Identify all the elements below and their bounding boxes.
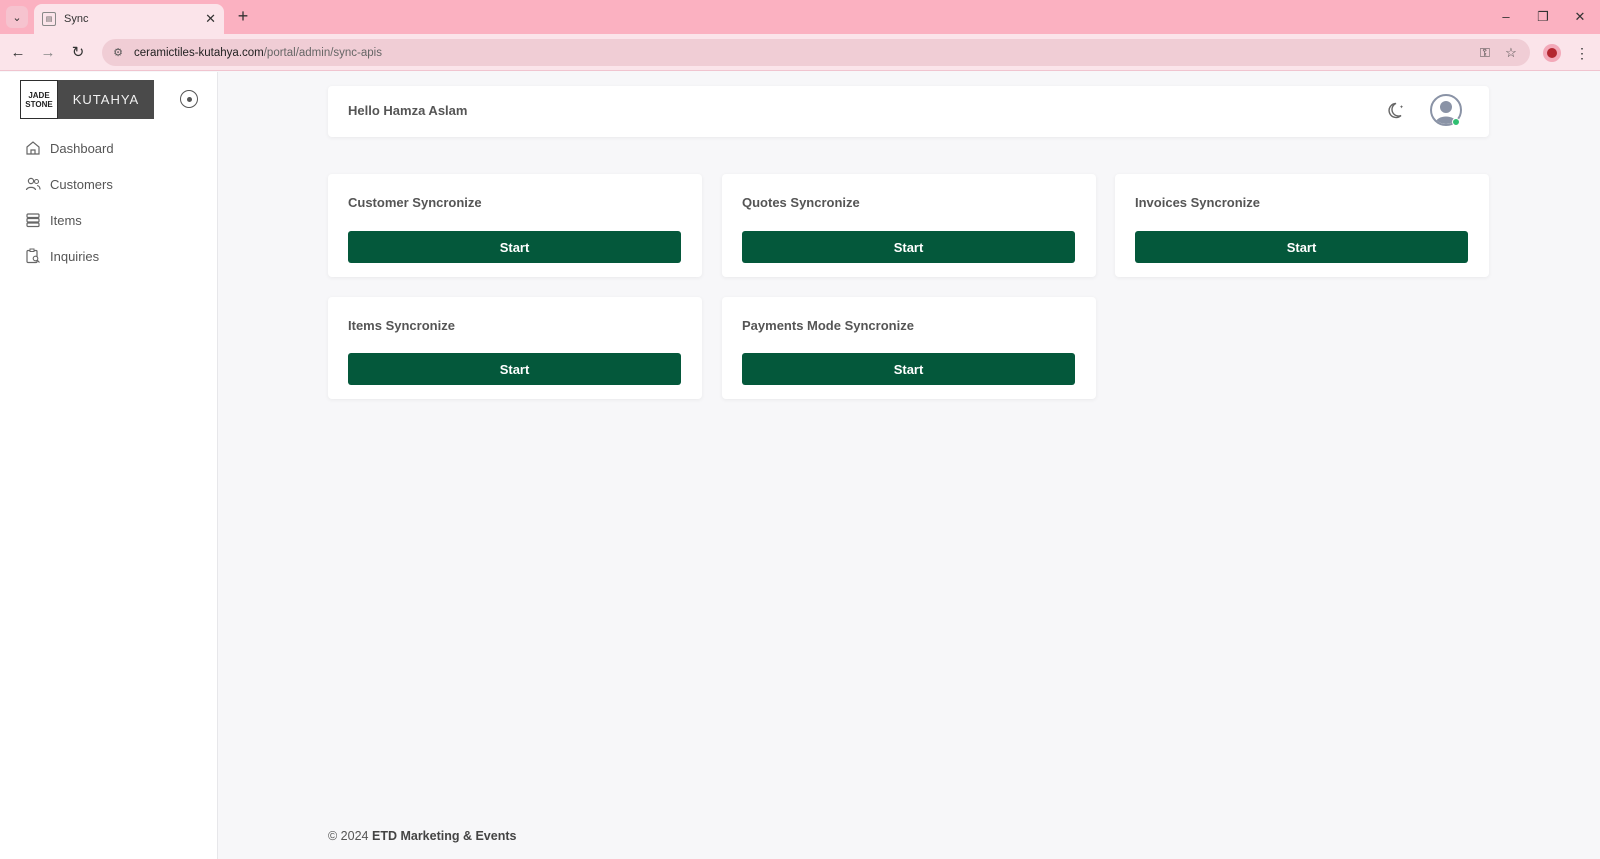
card-title: Payments Mode Syncronize bbox=[742, 318, 914, 333]
items-sync-card: Items Syncronize Start bbox=[328, 297, 702, 399]
url-path: /portal/admin/sync-apis bbox=[263, 46, 382, 59]
tab-close-icon[interactable]: ✕ bbox=[205, 11, 216, 27]
address-bar[interactable]: ⚙ ceramictiles-kutahya.com/portal/admin/… bbox=[102, 39, 1530, 66]
logo-left-line1: JADE bbox=[28, 90, 50, 100]
invoices-sync-card: Invoices Syncronize Start bbox=[1115, 174, 1489, 277]
dark-mode-moon-icon[interactable] bbox=[1386, 100, 1408, 122]
greeting-text: Hello Hamza Aslam bbox=[348, 103, 468, 118]
customer-sync-start-button[interactable]: Start bbox=[348, 231, 681, 263]
tab-search-button[interactable]: ⌄ bbox=[6, 6, 28, 28]
stack-icon bbox=[24, 211, 42, 229]
company-link[interactable]: ETD Marketing & Events bbox=[372, 829, 516, 843]
copyright-text: © 2024 bbox=[328, 829, 369, 843]
tab-title: Sync bbox=[64, 13, 89, 25]
minimize-button[interactable]: – bbox=[1494, 6, 1518, 28]
logo-left-line2: STONE bbox=[25, 99, 53, 109]
card-title: Items Syncronize bbox=[348, 318, 455, 333]
browser-toolbar: ← → ↻ ⚙ ceramictiles-kutahya.com/portal/… bbox=[0, 34, 1600, 71]
users-icon bbox=[24, 175, 42, 193]
forward-button[interactable]: → bbox=[36, 41, 60, 65]
url-host: ceramictiles-kutahya.com bbox=[134, 46, 264, 59]
bookmark-star-icon[interactable]: ☆ bbox=[1502, 45, 1520, 61]
sidebar-item-items[interactable]: Items bbox=[24, 208, 82, 232]
sidebar-item-customers[interactable]: Customers bbox=[24, 172, 113, 196]
payments-mode-sync-start-button[interactable]: Start bbox=[742, 353, 1075, 385]
password-key-icon[interactable]: ⚿ bbox=[1476, 45, 1494, 61]
clipboard-search-icon bbox=[24, 247, 42, 265]
sidebar-item-inquiries[interactable]: Inquiries bbox=[24, 244, 99, 268]
browser-menu-icon[interactable]: ⋮ bbox=[1574, 42, 1590, 64]
favicon-icon: ▤ bbox=[42, 12, 56, 26]
card-title: Quotes Syncronize bbox=[742, 195, 860, 210]
sidebar-toggle-icon[interactable] bbox=[180, 90, 198, 108]
restore-button[interactable]: ❐ bbox=[1531, 6, 1555, 28]
sidebar-item-dashboard[interactable]: Dashboard bbox=[24, 136, 114, 160]
sidebar-item-label: Dashboard bbox=[50, 140, 114, 156]
quotes-sync-start-button[interactable]: Start bbox=[742, 231, 1075, 263]
quotes-sync-card: Quotes Syncronize Start bbox=[722, 174, 1096, 277]
url-text: ceramictiles-kutahya.com/portal/admin/sy… bbox=[134, 47, 382, 59]
jade-stone-logo: JADE STONE bbox=[20, 80, 58, 119]
sidebar-item-label: Customers bbox=[50, 176, 113, 192]
sidebar-item-label: Inquiries bbox=[50, 248, 100, 264]
footer: © 2024 ETD Marketing & Events bbox=[328, 829, 516, 843]
home-icon bbox=[24, 139, 42, 157]
top-header: Hello Hamza Aslam bbox=[328, 86, 1489, 137]
sidebar-item-label: Items bbox=[50, 212, 82, 228]
new-tab-button[interactable]: + bbox=[232, 6, 254, 28]
back-button[interactable]: ← bbox=[6, 41, 30, 65]
kutahya-logo: KUTAHYA bbox=[58, 80, 154, 119]
invoices-sync-start-button[interactable]: Start bbox=[1135, 231, 1468, 263]
browser-tab-bar: ⌄ ▤ Sync ✕ + – ❐ ✕ bbox=[0, 0, 1600, 34]
reload-button[interactable]: ↻ bbox=[66, 41, 90, 65]
profile-avatar-icon[interactable] bbox=[1543, 44, 1561, 62]
window-close-button[interactable]: ✕ bbox=[1568, 6, 1592, 28]
items-sync-start-button[interactable]: Start bbox=[348, 353, 681, 385]
payments-mode-sync-card: Payments Mode Syncronize Start bbox=[722, 297, 1096, 399]
site-info-icon[interactable]: ⚙ bbox=[110, 45, 126, 61]
card-title: Customer Syncronize bbox=[348, 195, 482, 210]
online-status-indicator bbox=[1452, 118, 1460, 126]
customer-sync-card: Customer Syncronize Start bbox=[328, 174, 702, 277]
browser-tab[interactable]: ▤ Sync ✕ bbox=[34, 4, 224, 34]
sidebar: JADE STONE KUTAHYA Dashboard Customers I… bbox=[0, 72, 218, 859]
company-logo[interactable]: JADE STONE KUTAHYA bbox=[20, 80, 154, 119]
card-title: Invoices Syncronize bbox=[1135, 195, 1260, 210]
